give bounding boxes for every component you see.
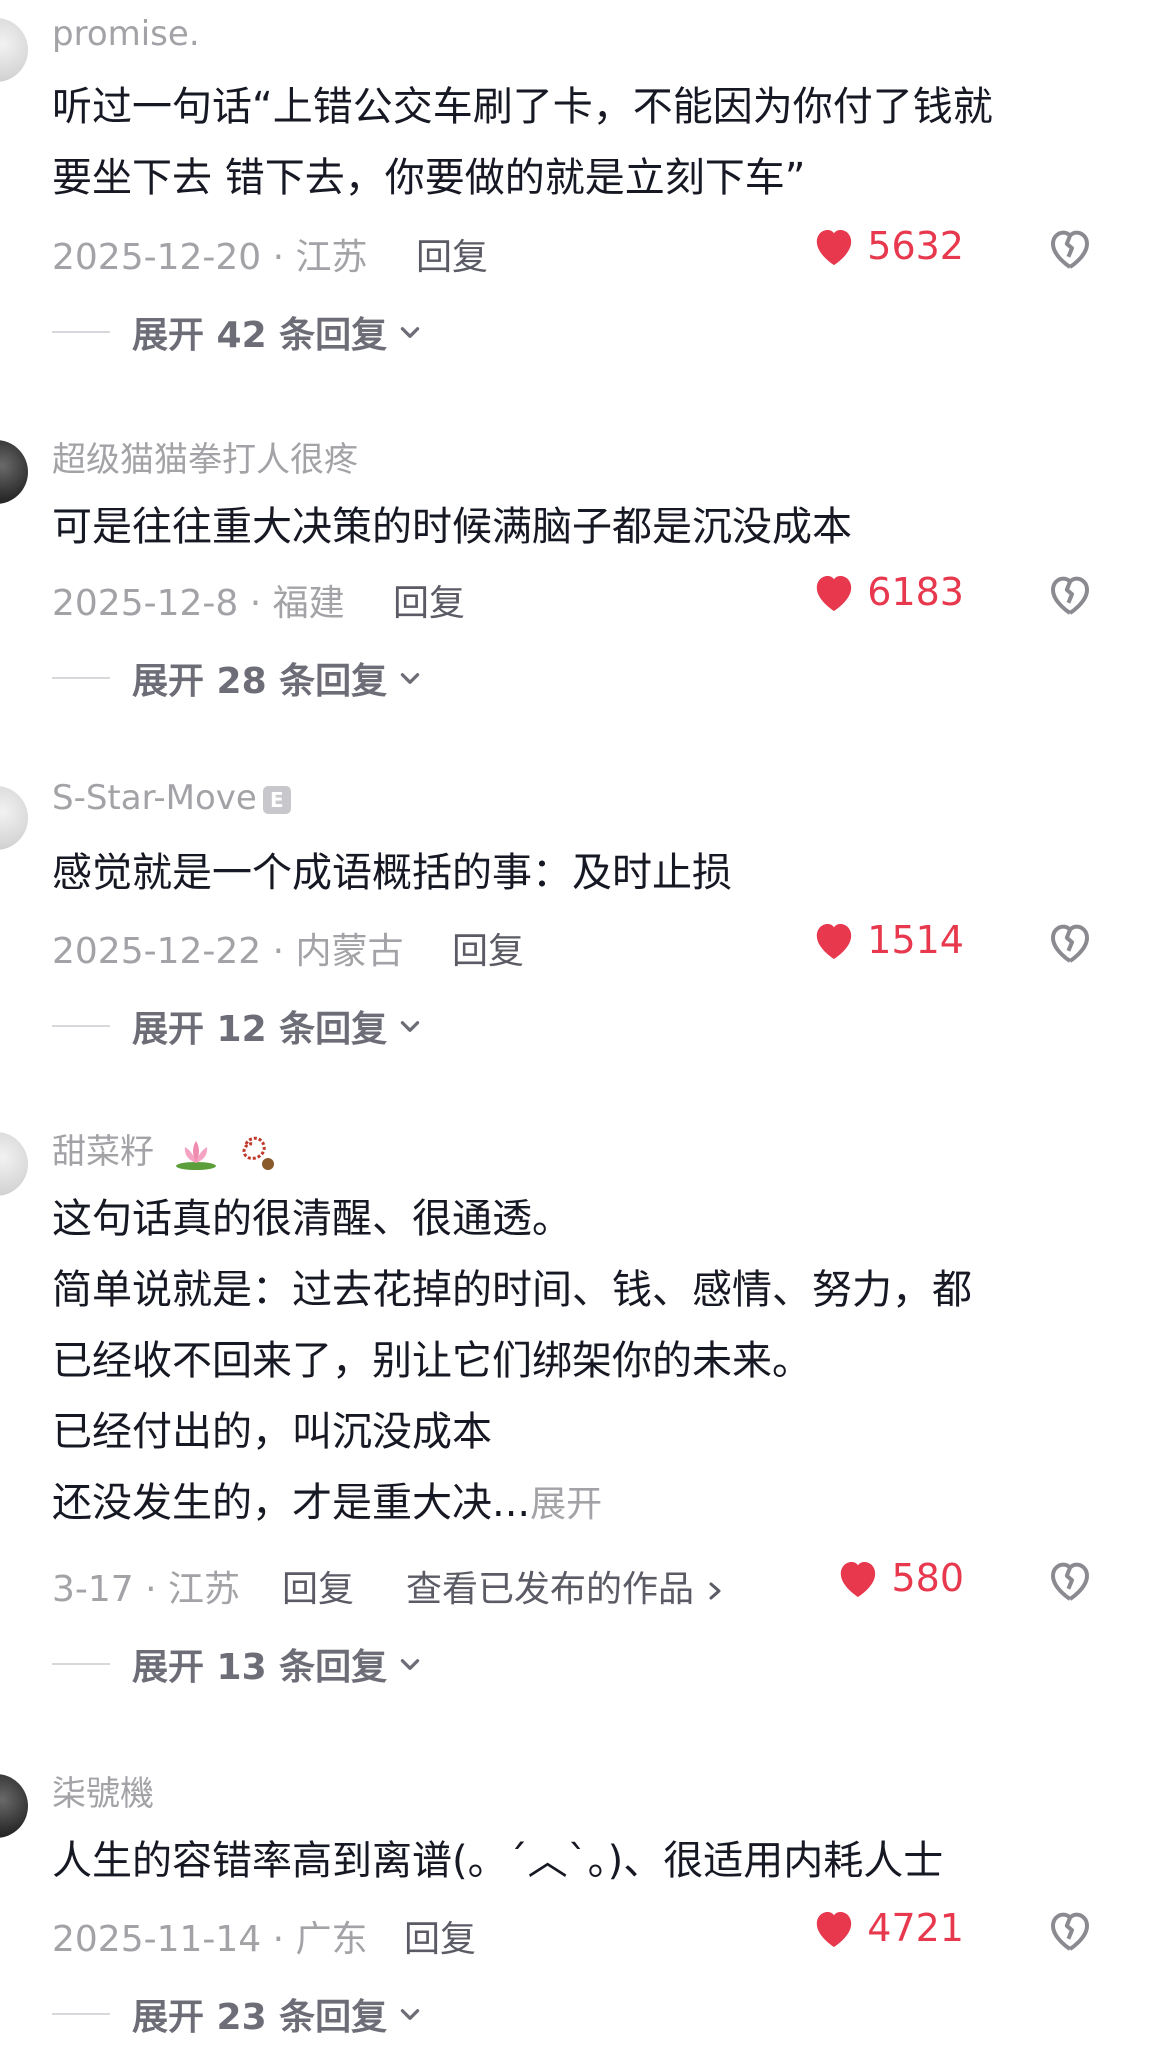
heart-icon xyxy=(817,575,852,612)
broken-heart-icon[interactable] xyxy=(1046,572,1094,618)
comment-text-line: 已经付出的，叫沉没成本 xyxy=(52,1409,492,1455)
like-button[interactable]: 580 xyxy=(835,1556,964,1600)
comment-text-line: 听过一句话“上错公交车刷了卡，不能因为你付了钱就 xyxy=(52,84,993,130)
divider xyxy=(52,677,110,679)
comment-text: 可是往往重大决策的时候满脑子都是沉没成本 xyxy=(52,492,1094,563)
divider xyxy=(52,2013,110,2015)
truncated-text: 还没发生的，才是重大决... xyxy=(52,1480,531,1526)
comment-username: S-Star-Move xyxy=(52,778,257,818)
expand-replies-button[interactable]: 展开 42 条回复 xyxy=(52,306,423,358)
view-published-works-link[interactable]: 查看已发布的作品 xyxy=(406,1560,725,1612)
comment-text-line: 还没发生的，才是重大决...展开 xyxy=(52,1468,1094,1540)
broken-heart-icon[interactable] xyxy=(1046,1908,1094,1954)
prayer-beads-icon xyxy=(242,1136,274,1170)
comment-text-line: 已经收不回来了，别让它们绑架你的未来。 xyxy=(52,1338,812,1384)
expand-replies-label: 展开 23 条回复 xyxy=(132,1997,388,2038)
avatar[interactable] xyxy=(0,1132,28,1196)
chevron-right-icon xyxy=(709,1582,721,1600)
heart-icon xyxy=(817,923,852,960)
chevron-down-icon xyxy=(400,673,420,684)
chevron-down-icon xyxy=(400,2009,420,2020)
comment-text: 感觉就是一个成语概括的事：及时止损 xyxy=(52,838,1094,909)
comment-meta: 2025-12-22 · 内蒙古 xyxy=(52,931,404,972)
comment-username[interactable]: 超级猫猫拳打人很疼 xyxy=(52,432,358,481)
comment-text-line: 人生的容错率高到离谱(。´︿`。)、很适用内耗人士 xyxy=(52,1838,944,1884)
creator-badge: E xyxy=(262,785,291,814)
divider xyxy=(52,1025,110,1027)
broken-heart-icon[interactable] xyxy=(1046,226,1094,272)
comment-text-line: 可是往往重大决策的时候满脑子都是沉没成本 xyxy=(52,504,852,550)
like-button[interactable]: 4721 xyxy=(811,1906,964,1950)
comment-text-line: 感觉就是一个成语概括的事：及时止损 xyxy=(52,850,732,896)
avatar[interactable] xyxy=(0,440,28,504)
chevron-down-icon xyxy=(400,1021,420,1032)
like-button[interactable]: 5632 xyxy=(811,224,964,268)
avatar[interactable] xyxy=(0,786,28,850)
view-published-works-label: 查看已发布的作品 xyxy=(406,1569,695,1610)
like-count: 580 xyxy=(891,1556,964,1600)
expand-replies-label: 展开 28 条回复 xyxy=(132,661,388,702)
like-count: 5632 xyxy=(867,224,964,268)
divider xyxy=(52,331,110,333)
comment-username-row[interactable]: S-Star-Move E xyxy=(52,778,291,818)
like-button[interactable]: 6183 xyxy=(811,570,964,614)
comment-meta: 3-17 · 江苏 xyxy=(52,1569,241,1610)
reply-button[interactable]: 回复 xyxy=(416,228,488,280)
expand-replies-button[interactable]: 展开 12 条回复 xyxy=(52,1000,423,1052)
expand-replies-label: 展开 12 条回复 xyxy=(132,1009,388,1050)
heart-icon xyxy=(817,1911,852,1948)
comment-username: 甜菜籽 xyxy=(52,1132,154,1172)
expand-replies-label: 展开 13 条回复 xyxy=(132,1647,388,1688)
expand-replies-label: 展开 42 条回复 xyxy=(132,315,388,356)
like-count: 6183 xyxy=(867,570,964,614)
reply-button[interactable]: 回复 xyxy=(404,1910,476,1962)
comment-text-line: 这句话真的很清醒、很通透。 xyxy=(52,1196,572,1242)
reply-button[interactable]: 回复 xyxy=(393,574,465,626)
expand-text-link[interactable]: 展开 xyxy=(530,1484,602,1525)
comment-username[interactable]: promise. xyxy=(52,14,200,54)
comment-text: 这句话真的很清醒、很通透。 简单说就是：过去花掉的时间、钱、感情、努力，都 已经… xyxy=(52,1184,1094,1540)
comment-text-line: 简单说就是：过去花掉的时间、钱、感情、努力，都 xyxy=(52,1267,972,1313)
expand-replies-button[interactable]: 展开 23 条回复 xyxy=(52,1988,423,2040)
chevron-down-icon xyxy=(400,327,420,338)
reply-button[interactable]: 回复 xyxy=(452,922,524,974)
comment-text-line: 要坐下去 错下去，你要做的就是立刻下车” xyxy=(52,155,806,201)
comment-username-row[interactable]: 甜菜籽 xyxy=(52,1124,282,1174)
reply-button[interactable]: 回复 xyxy=(282,1560,354,1612)
comment-text: 人生的容错率高到离谱(。´︿`。)、很适用内耗人士 xyxy=(52,1826,1094,1897)
like-count: 4721 xyxy=(867,1906,964,1950)
expand-replies-button[interactable]: 展开 13 条回复 xyxy=(52,1638,423,1690)
chevron-down-icon xyxy=(400,1659,420,1670)
broken-heart-icon[interactable] xyxy=(1046,920,1094,966)
avatar[interactable] xyxy=(0,1774,28,1838)
broken-heart-icon[interactable] xyxy=(1046,1558,1094,1604)
heart-icon xyxy=(817,229,852,266)
like-count: 1514 xyxy=(867,918,964,962)
expand-replies-button[interactable]: 展开 28 条回复 xyxy=(52,652,423,704)
divider xyxy=(52,1663,110,1665)
comment-text: 听过一句话“上错公交车刷了卡，不能因为你付了钱就 要坐下去 错下去，你要做的就是… xyxy=(52,72,1094,214)
comment-meta: 2025-12-20 · 江苏 xyxy=(52,237,368,278)
lotus-emoji-icon xyxy=(175,1140,216,1170)
heart-icon xyxy=(841,1561,876,1598)
like-button[interactable]: 1514 xyxy=(811,918,964,962)
comment-username[interactable]: 柒號機 xyxy=(52,1766,154,1815)
comment-meta: 2025-11-14 · 广东 xyxy=(52,1919,368,1960)
avatar[interactable] xyxy=(0,18,28,82)
comment-meta: 2025-12-8 · 福建 xyxy=(52,583,345,624)
